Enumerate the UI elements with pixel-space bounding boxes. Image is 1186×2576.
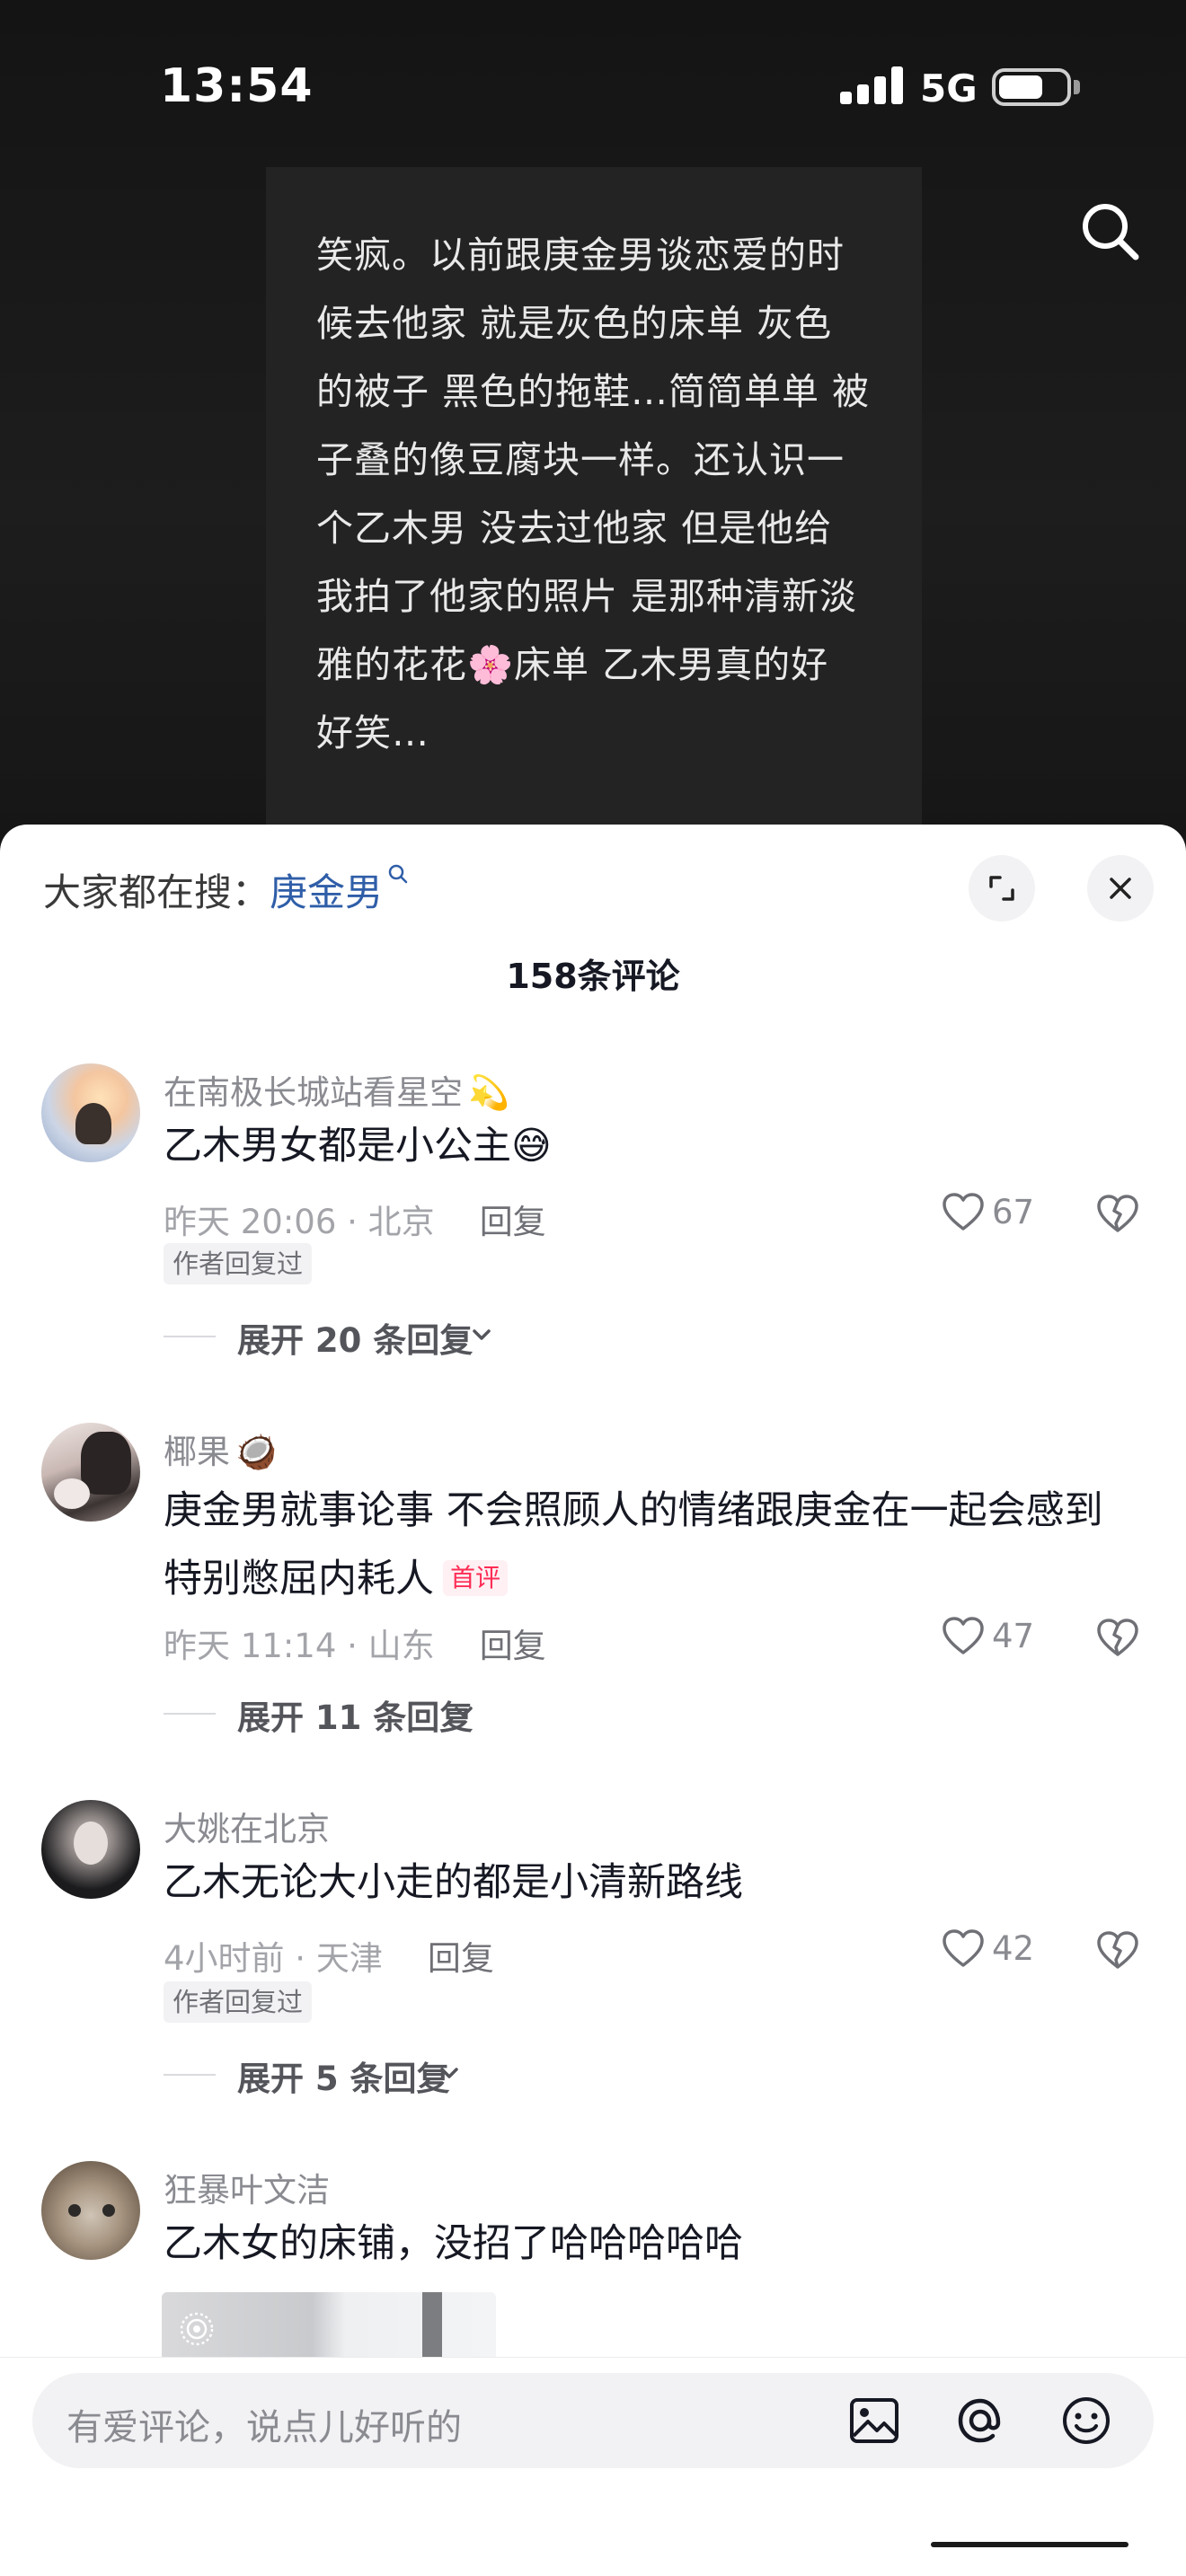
comments-count: 158条评论: [506, 957, 680, 996]
home-indicator: [931, 2542, 1128, 2547]
chevron-down-icon: [473, 1329, 491, 1340]
divider: [164, 2074, 216, 2076]
broken-heart-icon: [1097, 1195, 1138, 1232]
dislike-button[interactable]: [1094, 1928, 1145, 1978]
status-bar: 13:54 5G: [0, 0, 1186, 171]
avatar[interactable]: [41, 1063, 140, 1162]
status-time: 13:54: [160, 59, 314, 113]
expand-replies-button[interactable]: 展开 11 条回复: [164, 1690, 523, 1737]
dislike-button[interactable]: [1094, 1191, 1145, 1241]
comment-username[interactable]: 在南极长城站看星空 💫: [164, 1065, 509, 1114]
dislike-button[interactable]: [1094, 1615, 1145, 1665]
search-button[interactable]: [1075, 196, 1146, 268]
name-emoji: 💫: [468, 1073, 510, 1112]
trending-search[interactable]: 大家都在搜：庚金男: [43, 862, 410, 916]
fullscreen-icon: [989, 876, 1014, 901]
image-icon[interactable]: [846, 2393, 902, 2448]
comment-username[interactable]: 狂暴叶文洁: [164, 2163, 330, 2211]
expand-replies-button[interactable]: 展开 5 条回复: [164, 2051, 505, 2098]
comment-username[interactable]: 大姚在北京: [164, 1802, 330, 1850]
like-count: 42: [992, 1929, 1035, 1968]
live-photo-icon: [180, 2312, 214, 2346]
heart-icon: [943, 1929, 984, 1967]
comment-time-location: 昨天 20:06 · 北京: [164, 1203, 435, 1241]
comment-input-placeholder: 有爱评论，说点儿好听的: [66, 2407, 462, 2448]
like-button[interactable]: 47: [940, 1611, 1048, 1665]
reply-button[interactable]: 回复: [480, 1203, 546, 1241]
broken-heart-icon: [1097, 1619, 1138, 1656]
comment-meta: 4小时前 · 天津 回复: [164, 1931, 494, 1980]
expand-replies-label: 展开 11 条回复: [237, 1698, 474, 1737]
network-label: 5G: [920, 66, 978, 110]
trending-prefix: 大家都在搜：: [43, 870, 270, 914]
chevron-down-icon: [455, 1707, 473, 1717]
divider: [164, 1713, 216, 1715]
at-icon[interactable]: [952, 2393, 1008, 2448]
author-replied-badge: 作者回复过: [164, 1243, 313, 1284]
expand-replies-button[interactable]: 展开 20 条回复: [164, 1313, 523, 1360]
like-count: 67: [992, 1193, 1035, 1231]
like-button[interactable]: 67: [940, 1187, 1048, 1241]
reply-button[interactable]: 回复: [428, 1939, 494, 1978]
like-count: 47: [992, 1617, 1035, 1655]
close-icon: [1110, 878, 1131, 899]
fullscreen-button[interactable]: [969, 855, 1035, 922]
first-comment-tag: 首评: [443, 1560, 509, 1596]
comment-text: 乙木男女都是小公主😅: [164, 1124, 552, 1169]
divider: [164, 1336, 216, 1337]
comment-meta: 昨天 20:06 · 北京 回复: [164, 1195, 546, 1243]
avatar[interactable]: [41, 1423, 140, 1522]
comment-time-location: 4小时前 · 天津: [164, 1939, 383, 1978]
comment-time-location: 昨天 11:14 · 山东: [164, 1627, 435, 1665]
expand-replies-label: 展开 20 条回复: [237, 1321, 474, 1360]
close-button[interactable]: [1087, 855, 1154, 922]
comment-input[interactable]: 有爱评论，说点儿好听的: [32, 2373, 1154, 2468]
avatar[interactable]: [41, 1800, 140, 1899]
trending-keyword-link[interactable]: 庚金男: [270, 870, 383, 914]
comment-meta: 昨天 11:14 · 山东 回复: [164, 1619, 546, 1667]
emoji-icon[interactable]: [1058, 2393, 1114, 2448]
author-replied-badge: 作者回复过: [164, 1981, 313, 2023]
avatar[interactable]: [41, 2161, 140, 2260]
heart-icon: [943, 1193, 984, 1231]
broken-heart-icon: [1097, 1931, 1138, 1969]
comment-text: 乙木女的床铺，没招了哈哈哈哈哈: [164, 2221, 743, 2266]
reply-button[interactable]: 回复: [480, 1627, 546, 1665]
post-text: 笑疯。以前跟庚金男谈恋爱的时 候去他家 就是灰色的床单 灰色 的被子 黑色的拖鞋…: [316, 234, 871, 754]
name-emoji: 🥥: [235, 1433, 278, 1471]
comment-text: 庚金男就事论事 不会照顾人的情绪跟庚金在一起会感到特别憋屈内耗人 首评: [164, 1488, 1103, 1601]
signal-icon: [840, 66, 903, 104]
comment-username[interactable]: 椰果 🥥: [164, 1425, 277, 1473]
heart-icon: [943, 1617, 984, 1654]
chevron-down-icon: [440, 2068, 458, 2078]
like-button[interactable]: 42: [940, 1924, 1048, 1978]
battery-tip: [1074, 80, 1080, 94]
expand-replies-label: 展开 5 条回复: [237, 2060, 450, 2098]
search-icon: [388, 864, 408, 884]
battery-icon: [992, 68, 1071, 106]
comment-text: 乙木无论大小走的都是小清新路线: [164, 1860, 743, 1905]
search-icon: [1083, 204, 1139, 260]
